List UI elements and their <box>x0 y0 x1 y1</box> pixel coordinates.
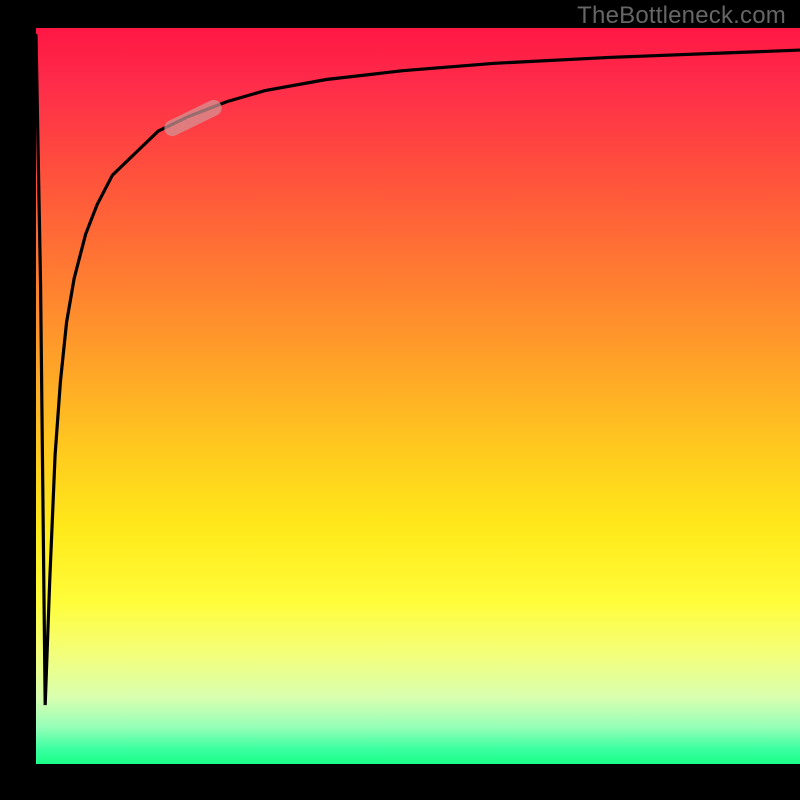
watermark-text: TheBottleneck.com <box>577 2 786 30</box>
curve-svg <box>36 28 800 764</box>
main-curve <box>36 35 800 705</box>
bottom-axis-border <box>0 764 800 800</box>
left-axis-border <box>0 0 36 800</box>
chart-container: TheBottleneck.com <box>0 0 800 800</box>
